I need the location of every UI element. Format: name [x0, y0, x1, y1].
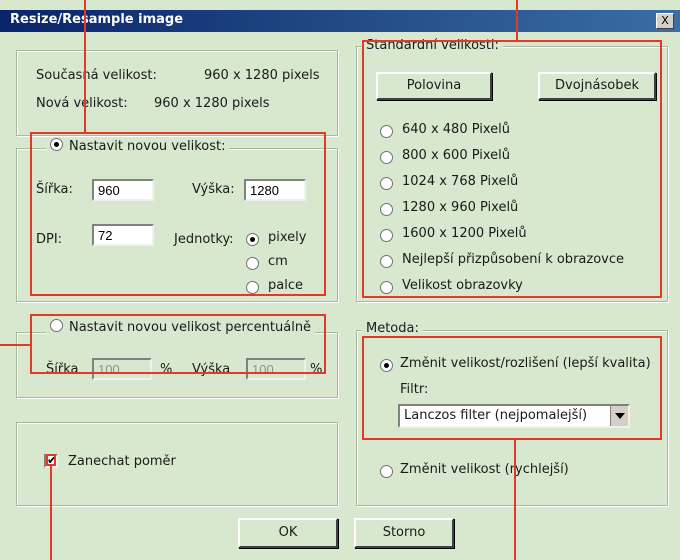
highlight-standard-sizes [362, 40, 662, 298]
keep-ratio-label: Zanechat poměr [68, 454, 176, 469]
leader-new-size [84, 0, 86, 132]
resize-radio[interactable] [380, 465, 393, 478]
new-size-value: 960 x 1280 pixels [154, 96, 270, 111]
leader-percent [0, 344, 30, 346]
current-size-value: 960 x 1280 pixels [204, 68, 320, 83]
highlight-new-size [30, 132, 326, 296]
title-bar: Resize/Resample image X [0, 10, 680, 32]
close-button[interactable]: X [656, 13, 674, 29]
resize-label: Změnit velikost (rychlejší) [400, 462, 569, 477]
keep-ratio-group [16, 422, 338, 506]
leader-keep-ratio [50, 466, 52, 560]
leader-standard [516, 0, 518, 40]
new-size-label: Nová velikost: [36, 96, 128, 111]
close-icon: X [661, 14, 669, 27]
highlight-percent [30, 314, 326, 374]
cancel-button[interactable]: Storno [354, 518, 454, 548]
highlight-method [362, 336, 662, 440]
ok-button[interactable]: OK [238, 518, 338, 548]
method-legend: Metoda: [362, 321, 423, 336]
highlight-keep-ratio [46, 454, 56, 466]
current-size-label: Současná velikost: [36, 68, 157, 83]
leader-method [514, 440, 516, 560]
window-title: Resize/Resample image [10, 12, 184, 27]
dialog-body: Současná velikost: 960 x 1280 pixels Nov… [0, 32, 680, 560]
size-info-group [16, 50, 338, 136]
